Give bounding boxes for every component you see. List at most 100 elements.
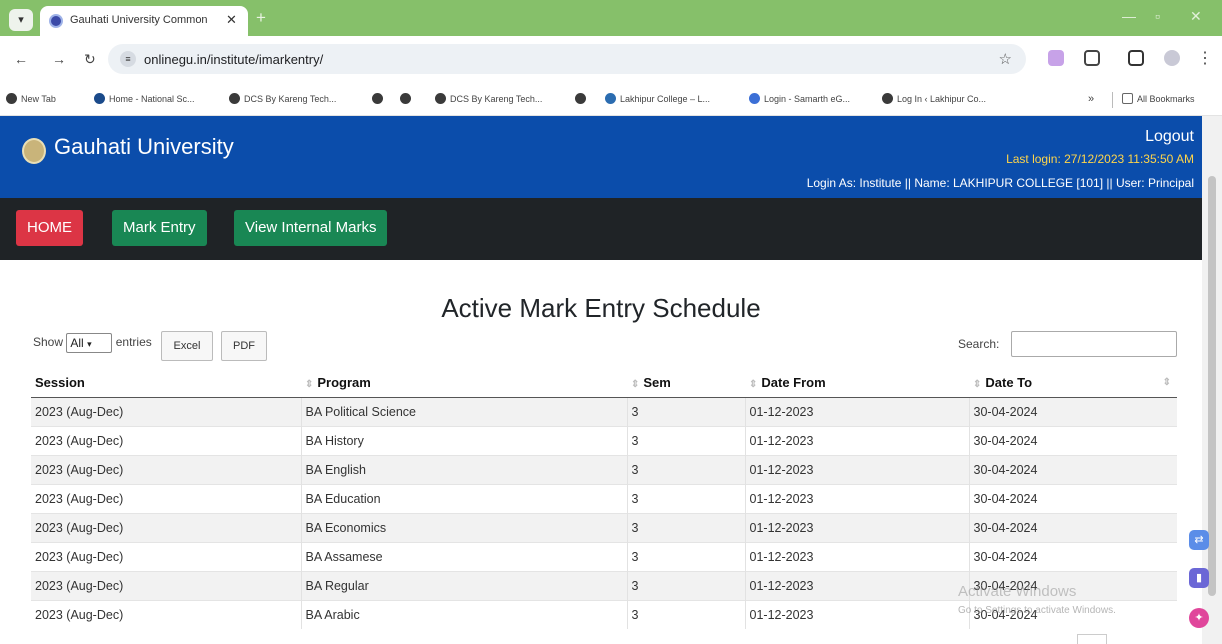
bookmarks-overflow[interactable]: »	[1088, 93, 1094, 105]
date-from-cell: 01-12-2023	[744, 599, 969, 629]
sem-cell: 3	[626, 483, 745, 513]
search-input[interactable]	[1011, 331, 1177, 357]
globe-icon	[575, 93, 586, 104]
excel-button[interactable]: Excel	[161, 331, 213, 361]
mark-entry-button[interactable]: Mark Entry	[112, 210, 207, 246]
sem-cell: 3	[626, 454, 745, 484]
sort-icon: ⇕	[973, 378, 982, 390]
bookmark-item[interactable]	[400, 93, 415, 104]
wordpress-icon	[605, 93, 616, 104]
globe-icon	[400, 93, 411, 104]
pagination-control[interactable]	[1077, 634, 1107, 644]
session-cell: 2023 (Aug-Dec)	[31, 541, 301, 571]
bookmark-item[interactable]: Home - National Sc...	[94, 93, 195, 104]
sem-cell: 3	[626, 599, 745, 629]
browser-menu-icon[interactable]: ⋮	[1197, 48, 1213, 68]
table-row: 2023 (Aug-Dec) BA Political Science 3 01-12…	[31, 396, 1177, 426]
session-cell: 2023 (Aug-Dec)	[31, 425, 301, 455]
site-favicon-icon	[49, 14, 63, 28]
profile-avatar-icon[interactable]	[1164, 50, 1180, 66]
all-bookmarks[interactable]: All Bookmarks	[1122, 93, 1195, 104]
sem-cell: 3	[626, 512, 745, 542]
activate-windows-subtext: Go to Settings to activate Windows.	[958, 605, 1116, 616]
bookmark-item[interactable]: Log In ‹ Lakhipur Co...	[882, 93, 986, 104]
date-from-cell: 01-12-2023	[744, 570, 969, 600]
close-tab-icon[interactable]: ✕	[226, 12, 237, 28]
translate-icon[interactable]: ⇄	[1189, 530, 1209, 550]
bookmark-item[interactable]: DCS By Kareng Tech...	[229, 93, 336, 104]
session-cell: 2023 (Aug-Dec)	[31, 483, 301, 513]
samarth-icon	[749, 93, 760, 104]
divider	[1112, 92, 1113, 108]
sort-icon: ⇕	[631, 378, 640, 390]
session-cell: 2023 (Aug-Dec)	[31, 570, 301, 600]
site-info-icon[interactable]: ≡	[120, 51, 136, 67]
logout-link[interactable]: Logout	[1145, 128, 1194, 146]
site-header: Gauhati University Logout Last login: 27…	[0, 116, 1202, 198]
globe-icon	[882, 93, 893, 104]
program-cell: BA Assamese	[300, 541, 627, 571]
bookmarks-bar: New Tab Home - National Sc... DCS By Kar…	[0, 84, 1222, 116]
forward-icon[interactable]: →	[52, 51, 66, 67]
sem-cell: 3	[626, 396, 745, 426]
reader-icon[interactable]: ▮	[1189, 568, 1209, 588]
chevron-down-icon: ▾	[87, 339, 92, 349]
bookmark-item[interactable]: DCS By Kareng Tech...	[435, 93, 542, 104]
last-login-text: Last login: 27/12/2023 11:35:50 AM	[1006, 152, 1194, 166]
session-cell: 2023 (Aug-Dec)	[31, 599, 301, 629]
bookmark-item[interactable]: New Tab	[6, 93, 56, 104]
page-title: Active Mark Entry Schedule	[441, 293, 761, 323]
university-logo-icon	[22, 138, 46, 164]
page-scrollbar[interactable]	[1202, 116, 1222, 644]
extensions-puzzle-icon[interactable]	[1084, 50, 1100, 66]
scrollbar-thumb[interactable]	[1208, 176, 1216, 596]
date-to-cell: 30-04-2024	[968, 512, 1177, 542]
minimize-icon[interactable]: —	[1122, 8, 1136, 24]
site-brand[interactable]: Gauhati University	[54, 134, 234, 160]
view-internal-marks-button[interactable]: View Internal Marks	[234, 210, 388, 246]
program-cell: BA History	[300, 425, 627, 455]
pdf-button[interactable]: PDF	[221, 331, 267, 361]
bookmark-item[interactable]	[372, 93, 387, 104]
browser-tab[interactable]: Gauhati University Common A ✕	[40, 6, 248, 36]
window-close-icon[interactable]: ✕	[1190, 8, 1202, 25]
sort-icon: ⇕	[305, 378, 314, 390]
reload-icon[interactable]: ↻	[84, 51, 96, 68]
column-header[interactable]: ⇕ Sem	[627, 368, 745, 398]
site-icon	[94, 93, 105, 104]
side-panel-icon[interactable]	[1128, 50, 1144, 66]
entries-label: entries	[115, 335, 152, 350]
column-header[interactable]: ⇕ Program	[301, 368, 627, 398]
tab-search-icon[interactable]: ▾	[9, 9, 33, 31]
globe-icon	[229, 93, 240, 104]
column-header[interactable]: ⇕ Date From	[745, 368, 969, 398]
column-header[interactable]: ⇕ Date To ⇕	[969, 368, 1177, 398]
extension-icon[interactable]	[1048, 50, 1064, 66]
assistant-icon[interactable]: ✦	[1189, 608, 1209, 628]
table-row: 2023 (Aug-Dec) BA Education 3 01-12-2023 30-…	[31, 483, 1177, 513]
table-row: 2023 (Aug-Dec) BA Economics 3 01-12-2023 30-…	[31, 512, 1177, 542]
bookmark-item[interactable]: Lakhipur College – L...	[605, 93, 710, 104]
table-header-row: Session ⇕ Program ⇕ Sem ⇕ Date From ⇕ Date T…	[31, 368, 1177, 398]
session-cell: 2023 (Aug-Dec)	[31, 454, 301, 484]
date-to-cell: 30-04-2024	[968, 454, 1177, 484]
address-bar[interactable]: ≡ onlinegu.in/institute/imarkentry/ ☆	[108, 44, 1026, 74]
date-from-cell: 01-12-2023	[744, 396, 969, 426]
table-row: 2023 (Aug-Dec) BA Assamese 3 01-12-2023 30-0…	[31, 541, 1177, 571]
sem-cell: 3	[626, 425, 745, 455]
bookmark-item[interactable]	[575, 93, 590, 104]
date-from-cell: 01-12-2023	[744, 483, 969, 513]
date-from-cell: 01-12-2023	[744, 541, 969, 571]
back-icon[interactable]: ←	[14, 51, 28, 67]
new-tab-icon[interactable]: +	[256, 8, 266, 28]
folder-icon	[1122, 93, 1133, 104]
maximize-icon[interactable]: ▫	[1155, 8, 1160, 24]
column-header[interactable]: Session	[31, 368, 301, 398]
bookmark-item[interactable]: Login - Samarth eG...	[749, 93, 850, 104]
bookmark-star-icon[interactable]: ☆	[999, 50, 1012, 68]
activate-windows-watermark: Activate Windows	[958, 583, 1077, 600]
entries-select[interactable]: All ▾	[66, 333, 113, 353]
login-info-text: Login As: Institute || Name: LAKHIPUR CO…	[806, 176, 1194, 190]
home-button[interactable]: HOME	[16, 210, 83, 246]
globe-icon	[372, 93, 383, 104]
